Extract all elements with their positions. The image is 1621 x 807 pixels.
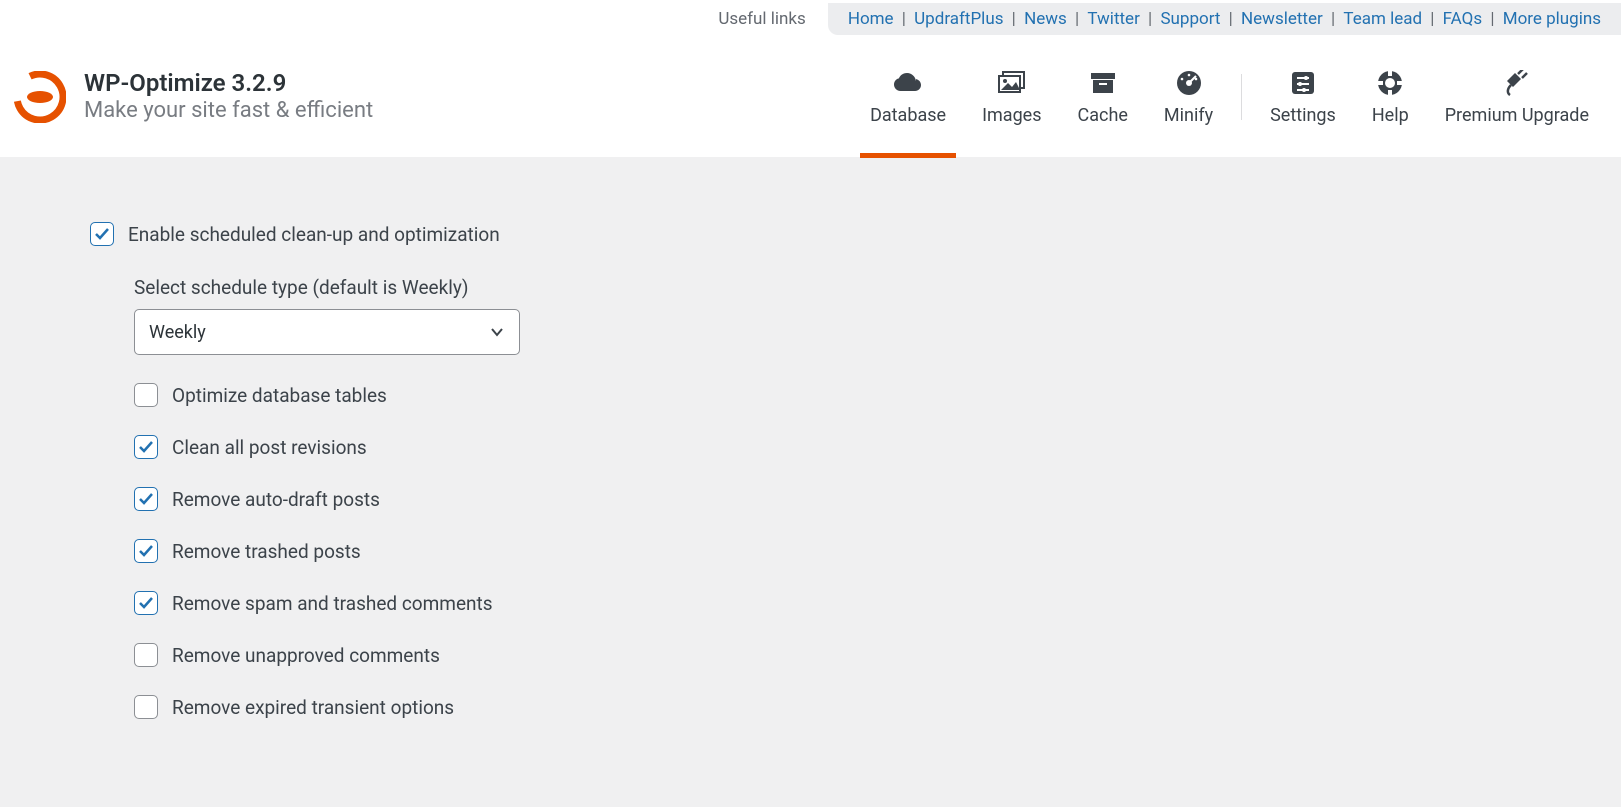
- option-label: Remove auto-draft posts: [172, 488, 380, 511]
- lifebuoy-icon: [1376, 69, 1404, 97]
- option-checkbox[interactable]: [134, 591, 158, 615]
- option-optimize-tables: Optimize database tables: [134, 383, 834, 407]
- schedule-options-list: Optimize database tables Clean all post …: [134, 383, 834, 719]
- tab-images[interactable]: Images: [964, 37, 1059, 157]
- archive-icon: [1089, 69, 1117, 97]
- tab-label: Database: [870, 105, 946, 126]
- option-checkbox[interactable]: [134, 383, 158, 407]
- enable-schedule-row: Enable scheduled clean-up and optimizati…: [90, 222, 1470, 246]
- option-label: Clean all post revisions: [172, 436, 367, 459]
- gauge-icon: [1175, 69, 1203, 97]
- sliders-icon: [1289, 69, 1317, 97]
- useful-links-bar: Useful links Home | UpdraftPlus | News |…: [0, 0, 1621, 37]
- option-label: Remove unapproved comments: [172, 644, 440, 667]
- option-clean-revisions: Clean all post revisions: [134, 435, 834, 459]
- tab-database[interactable]: Database: [852, 37, 964, 157]
- option-checkbox[interactable]: [134, 435, 158, 459]
- link-newsletter[interactable]: Newsletter: [1241, 9, 1323, 29]
- option-remove-spam-comments: Remove spam and trashed comments: [134, 591, 834, 615]
- images-icon: [998, 69, 1026, 97]
- tab-label: Images: [982, 105, 1041, 126]
- option-remove-transients: Remove expired transient options: [134, 695, 834, 719]
- option-remove-trashed-posts: Remove trashed posts: [134, 539, 834, 563]
- link-team-lead[interactable]: Team lead: [1343, 9, 1422, 29]
- link-updraftplus[interactable]: UpdraftPlus: [914, 9, 1003, 29]
- tab-label: Help: [1372, 105, 1409, 126]
- enable-schedule-checkbox[interactable]: [90, 222, 114, 246]
- content-area: Enable scheduled clean-up and optimizati…: [0, 157, 1621, 807]
- option-checkbox[interactable]: [134, 643, 158, 667]
- tab-divider: [1241, 74, 1242, 120]
- tab-minify[interactable]: Minify: [1146, 37, 1231, 157]
- tab-label: Cache: [1078, 105, 1128, 126]
- tab-label: Minify: [1164, 105, 1213, 126]
- wp-optimize-logo-icon: [14, 71, 66, 123]
- option-checkbox[interactable]: [134, 487, 158, 511]
- plugin-title: WP-Optimize 3.2.9: [84, 69, 373, 98]
- option-label: Remove spam and trashed comments: [172, 592, 493, 615]
- schedule-panel: Enable scheduled clean-up and optimizati…: [60, 192, 1500, 777]
- option-label: Optimize database tables: [172, 384, 387, 407]
- schedule-type-value: Weekly: [149, 322, 206, 343]
- option-remove-unapproved-comments: Remove unapproved comments: [134, 643, 834, 667]
- tab-help[interactable]: Help: [1354, 37, 1427, 157]
- tab-settings[interactable]: Settings: [1252, 37, 1354, 157]
- plugin-subtitle: Make your site fast & efficient: [84, 98, 373, 124]
- tab-label: Settings: [1270, 105, 1336, 126]
- schedule-type-label: Select schedule type (default is Weekly): [134, 276, 834, 299]
- link-news[interactable]: News: [1024, 9, 1067, 29]
- option-checkbox[interactable]: [134, 695, 158, 719]
- useful-links-label: Useful links: [718, 9, 828, 29]
- link-twitter[interactable]: Twitter: [1087, 9, 1139, 29]
- option-remove-autodraft: Remove auto-draft posts: [134, 487, 834, 511]
- plug-icon: [1503, 69, 1531, 97]
- schedule-type-select[interactable]: Weekly: [134, 309, 520, 355]
- option-label: Remove expired transient options: [172, 696, 454, 719]
- option-label: Remove trashed posts: [172, 540, 361, 563]
- cloud-icon: [894, 69, 922, 97]
- link-more-plugins[interactable]: More plugins: [1503, 9, 1601, 29]
- link-faqs[interactable]: FAQs: [1443, 9, 1482, 29]
- link-support[interactable]: Support: [1160, 9, 1220, 29]
- link-home[interactable]: Home: [848, 9, 894, 29]
- tab-premium-upgrade[interactable]: Premium Upgrade: [1427, 37, 1607, 157]
- tab-cache[interactable]: Cache: [1060, 37, 1146, 157]
- brand: WP-Optimize 3.2.9 Make your site fast & …: [14, 69, 373, 124]
- chevron-down-icon: [489, 324, 505, 340]
- option-checkbox[interactable]: [134, 539, 158, 563]
- main-tabs: Database Images Cache Minify Settings: [852, 37, 1607, 157]
- tab-label: Premium Upgrade: [1445, 105, 1589, 126]
- plugin-header: WP-Optimize 3.2.9 Make your site fast & …: [0, 37, 1621, 157]
- enable-schedule-label: Enable scheduled clean-up and optimizati…: [128, 223, 500, 246]
- useful-links-list: Home | UpdraftPlus | News | Twitter | Su…: [828, 3, 1621, 35]
